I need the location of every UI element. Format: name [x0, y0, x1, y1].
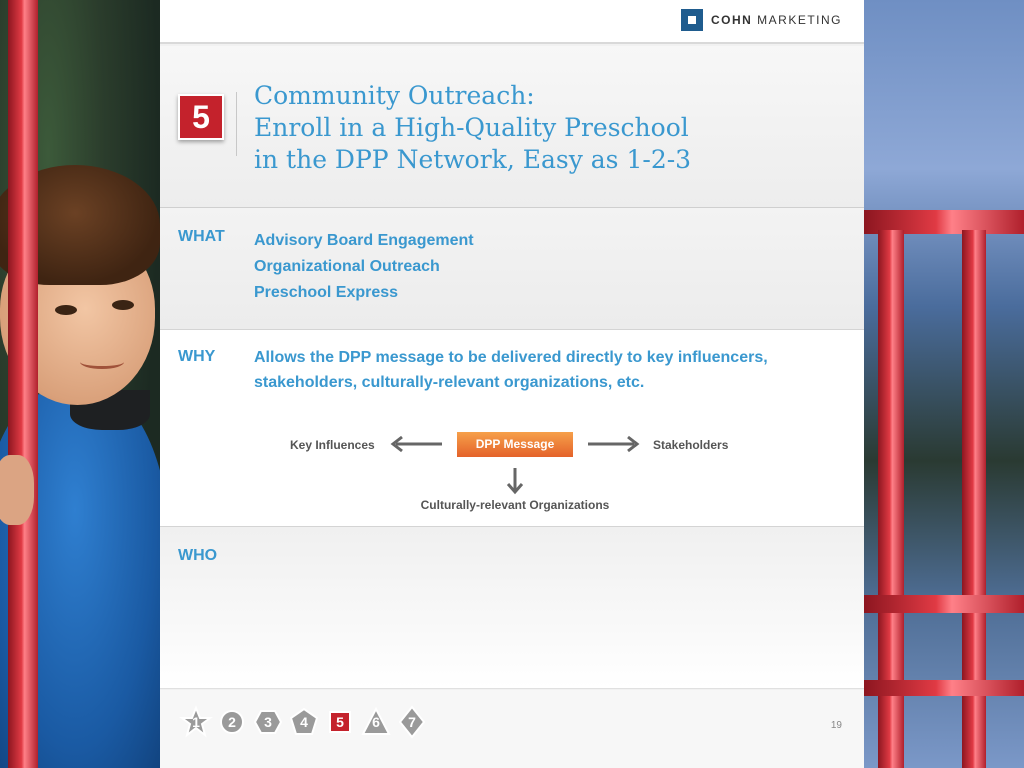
page-number: 19	[830, 720, 842, 731]
nav-item-3[interactable]: 3	[250, 704, 286, 740]
section-why: WHY Allows the DPP message to be deliver…	[160, 330, 864, 527]
title-divider	[236, 92, 237, 156]
background-photo-right	[864, 0, 1024, 768]
photo-eye-left	[55, 305, 77, 315]
title-block: 5 Community Outreach: Enroll in a High-Q…	[160, 46, 864, 208]
message-diagram: Key Influences DPP Message Stakeholders …	[160, 330, 864, 527]
arrow-left-icon	[390, 435, 442, 453]
section-who-label: WHO	[178, 547, 218, 564]
slide-title-line-1: Community Outreach:	[254, 81, 535, 110]
arrow-down-icon	[506, 468, 524, 495]
slide-title: Community Outreach: Enroll in a High-Qua…	[254, 80, 854, 176]
diagram-right-label: Stakeholders	[653, 438, 729, 452]
section-who: WHO	[160, 527, 864, 689]
brand-name: COHN MARKETING	[711, 13, 842, 27]
list-item: Preschool Express	[254, 284, 399, 301]
nav-item-label: 6	[372, 714, 380, 730]
header-bar: COHN MARKETING	[160, 0, 864, 44]
nav-item-label: 3	[264, 714, 272, 730]
section-what-list: Advisory Board Engagement Organizational…	[254, 228, 844, 306]
photo-bar-bottom	[864, 680, 1024, 696]
photo-pole-left	[8, 0, 38, 768]
slide-title-line-2: Enroll in a High-Quality Preschool	[254, 113, 689, 142]
nav-item-2[interactable]: 2	[214, 704, 250, 740]
slide-number-badge: 5	[178, 94, 224, 140]
background-photo-left	[0, 0, 160, 768]
photo-hand	[0, 455, 34, 525]
arrow-right-icon	[588, 435, 640, 453]
nav-item-label: 7	[408, 714, 416, 730]
nav-item-label: 4	[300, 714, 308, 730]
diagram-bottom-label: Culturally-relevant Organizations	[420, 498, 610, 512]
brand-logo: COHN MARKETING	[680, 9, 842, 31]
nav-item-1[interactable]: 1	[178, 704, 214, 740]
brand-name-bold: COHN	[710, 13, 753, 27]
slide-panel: COHN MARKETING 5 Community Outreach: Enr…	[160, 0, 864, 768]
photo-bar-low	[864, 595, 1024, 613]
nav-item-6[interactable]: 6	[358, 704, 394, 740]
nav-item-4[interactable]: 4	[286, 704, 322, 740]
section-what: WHAT Advisory Board Engagement Organizat…	[160, 208, 864, 330]
slide-title-line-3: in the DPP Network, Easy as 1-2-3	[254, 145, 692, 174]
list-item: Organizational Outreach	[254, 258, 440, 275]
footer: 1 2 3 4 5 6 7 19	[160, 690, 864, 768]
nav-item-label: 1	[192, 714, 200, 730]
diagram-left-label: Key Influences	[290, 438, 375, 452]
photo-smile	[80, 355, 124, 369]
list-item: Advisory Board Engagement	[254, 232, 474, 249]
slide-nav: 1 2 3 4 5 6 7	[178, 704, 430, 740]
section-what-label: WHAT	[178, 228, 225, 245]
nav-item-label: 5	[336, 714, 344, 730]
dpp-message-box: DPP Message	[457, 432, 573, 457]
nav-item-label: 2	[228, 714, 236, 730]
brand-square-icon	[680, 9, 703, 31]
photo-eye-right	[112, 300, 134, 310]
nav-item-5[interactable]: 5	[322, 704, 358, 740]
brand-name-rest: MARKETING	[757, 13, 842, 27]
nav-item-7[interactable]: 7	[394, 704, 430, 740]
